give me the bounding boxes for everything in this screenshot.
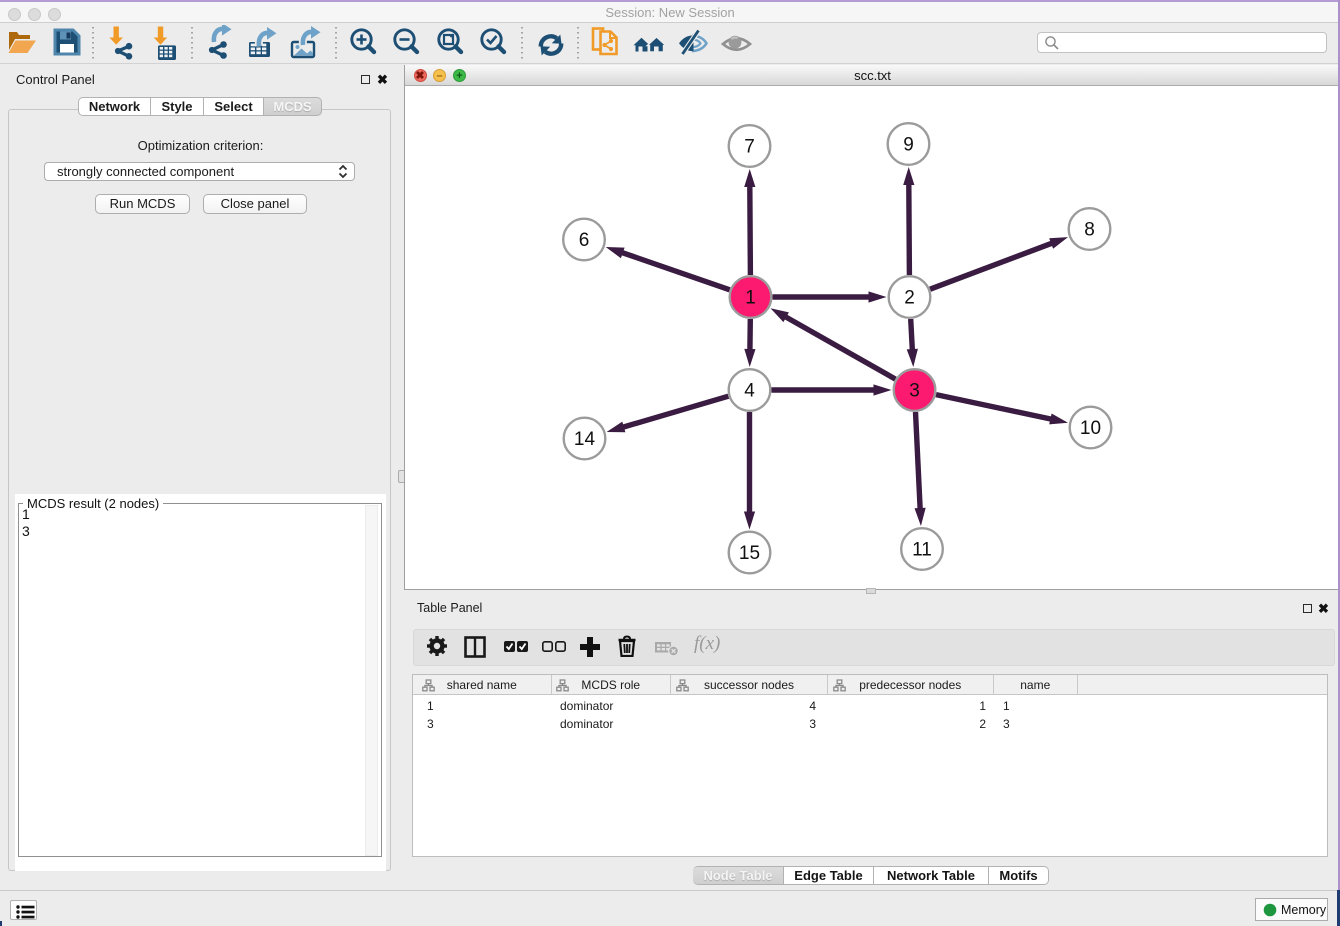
svg-text:10: 10 bbox=[1080, 418, 1101, 439]
svg-text:11: 11 bbox=[912, 540, 932, 561]
svg-text:14: 14 bbox=[574, 429, 596, 450]
svg-text:1: 1 bbox=[745, 288, 756, 309]
svg-text:15: 15 bbox=[739, 543, 760, 564]
svg-text:2: 2 bbox=[904, 288, 915, 309]
svg-text:3: 3 bbox=[909, 381, 920, 402]
svg-text:6: 6 bbox=[579, 230, 590, 251]
svg-text:7: 7 bbox=[744, 137, 755, 158]
svg-text:8: 8 bbox=[1084, 220, 1095, 241]
svg-text:4: 4 bbox=[744, 381, 755, 402]
svg-text:9: 9 bbox=[903, 135, 914, 156]
